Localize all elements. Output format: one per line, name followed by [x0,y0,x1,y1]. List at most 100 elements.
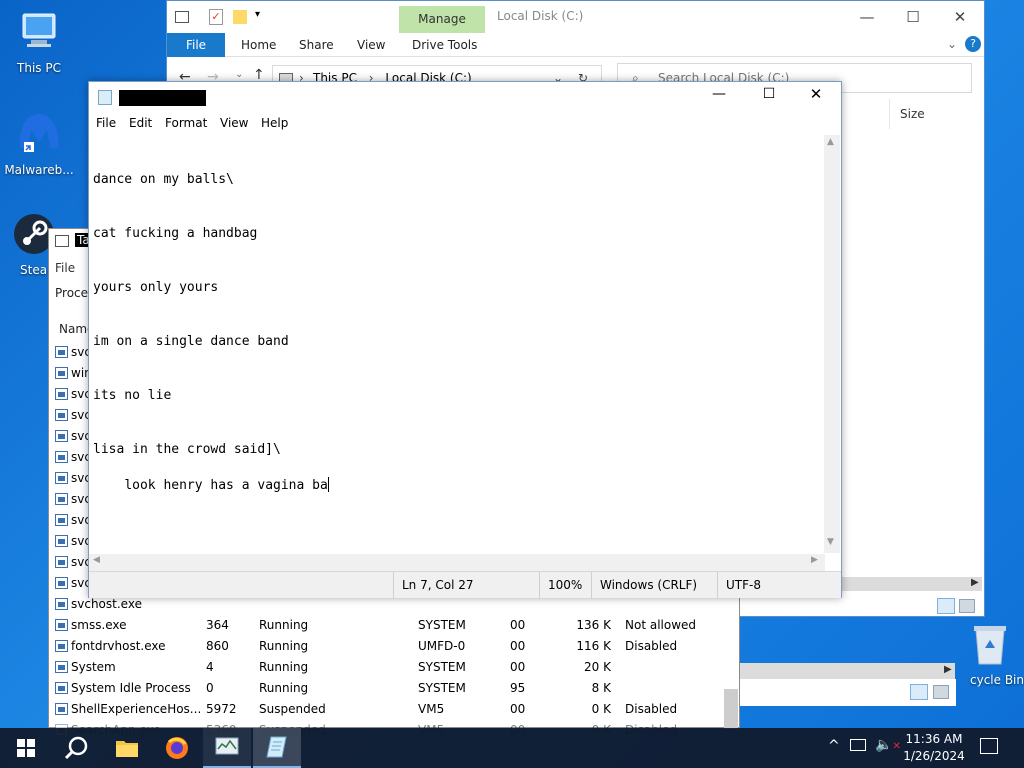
menu-file[interactable]: File [55,261,75,275]
dropdown-icon[interactable]: ▾ [255,9,260,20]
notepad-vscroll[interactable]: ▲ ▼ [824,135,840,553]
process-user: SYSTEM [418,660,466,674]
table-row[interactable]: System 4 Running SYSTEM 00 20 K [49,657,739,678]
process-pid: 0 [206,681,214,695]
tab-drive-tools[interactable]: Drive Tools [404,33,485,57]
desktop-icon-this-pc[interactable]: This PC [2,10,76,75]
start-button[interactable] [2,728,50,768]
notepad-statusbar: Ln 7, Col 27 100% Windows (CRLF) UTF-8 [89,571,842,599]
process-memory: 20 K [584,660,611,674]
process-icon [55,514,68,526]
notepad-taskbar-button[interactable] [253,728,301,768]
process-memory: 8 K [591,681,611,695]
recycle-bin-icon [956,620,1024,669]
text-line: lisa in the crowd said]\ [93,442,281,457]
task-manager-taskbar-button[interactable] [203,728,251,768]
scroll-right-icon[interactable]: ▶ [971,577,979,588]
maximize-button[interactable]: ☐ [754,86,784,102]
scroll-right-icon[interactable]: ▶ [811,555,818,565]
notepad-icon [98,90,112,105]
process-icon [55,535,68,547]
notepad-hscroll[interactable]: ◀ ▶ [89,554,825,571]
tab-processes[interactable]: Proce [55,286,88,300]
firefox-taskbar-button[interactable] [153,728,201,768]
desktop-icon-malwarebytes[interactable]: Malwareb... [2,108,76,177]
scroll-right-icon[interactable]: ▶ [944,664,952,675]
minimize-button[interactable]: — [844,1,890,33]
notepad-window: — ☐ ✕ File Edit Format View Help dance o… [88,81,842,599]
menu-file[interactable]: File [96,116,116,130]
minimize-button[interactable]: — [704,86,734,102]
volume-muted-icon[interactable]: 🔈✕ [875,737,901,753]
process-status: Running [259,681,309,695]
tab-view[interactable]: View [349,33,393,57]
menu-format[interactable]: Format [165,116,207,130]
file-explorer-taskbar-button[interactable] [103,728,151,768]
table-row[interactable]: fontdrvhost.exe 860 Running UMFD-0 00 11… [49,636,739,657]
clock-time: 11:36 AM [905,732,963,746]
process-icon [55,598,68,610]
malwarebytes-icon [2,108,76,159]
process-icon [55,493,68,505]
process-name: System Idle Process [71,681,191,695]
checklist-icon[interactable]: ✓ [209,9,223,25]
close-button[interactable]: ✕ [801,85,831,103]
scroll-down-icon[interactable]: ▼ [827,537,834,547]
menu-edit[interactable]: Edit [129,116,152,130]
help-icon[interactable]: ? [965,36,981,52]
process-icon [55,682,68,694]
chevron-down-icon[interactable]: ⌄ [947,37,957,51]
table-row[interactable]: smss.exe 364 Running SYSTEM 00 136 K Not… [49,615,739,636]
explorer-hscroll[interactable] [841,577,982,591]
scroll-up-icon[interactable]: ▲ [827,137,834,147]
explorer-titlebar: ✓ ▾ Manage Local Disk (C:) — ☐ ✕ [167,1,984,33]
notepad-titlebar: — ☐ ✕ [89,82,841,112]
menu-help[interactable]: Help [261,116,288,130]
show-hidden-icons-icon[interactable]: ^ [828,738,840,754]
size-column-header[interactable]: Size [900,107,925,121]
desktop-icon-recycle-bin[interactable]: cycle Bin [946,620,1024,687]
scroll-left-icon[interactable]: ◀ [93,555,100,565]
network-icon[interactable] [850,739,866,751]
large-icons-view-icon[interactable] [933,685,949,699]
status-encoding: UTF-8 [717,572,842,599]
text-line: dance on my balls\ [93,172,234,187]
notifications-icon[interactable] [980,738,998,754]
properties-icon[interactable] [175,11,189,23]
new-folder-icon[interactable] [233,10,247,24]
process-icon [55,619,68,631]
manage-context-tab[interactable]: Manage [399,6,485,33]
search-button[interactable] [52,728,100,768]
ribbon-tabs: File Home Share View Drive Tools ⌄ ? [167,33,984,57]
desktop-icon-label: Malwareb... [4,163,74,177]
text-line: look henry has a vagina ba [124,478,328,493]
details-view-icon[interactable] [937,598,955,614]
task-manager-vscroll[interactable] [724,689,738,729]
taskbar-clock[interactable]: 11:36 AM 1/26/2024 [898,731,970,765]
process-icon [55,640,68,652]
process-memory: 116 K [576,639,611,653]
explorer-hscroll-lower[interactable] [740,663,955,679]
table-row[interactable]: System Idle Process 0 Running SYSTEM 95 … [49,678,739,699]
text-line: yours only yours [93,280,219,295]
details-view-icon[interactable] [910,684,928,700]
process-status: Running [259,639,309,653]
process-user: UMFD-0 [418,639,466,653]
recent-locations-icon[interactable]: ⌄ [235,69,243,80]
process-cpu: 00 [510,639,526,653]
menu-view[interactable]: View [220,116,248,130]
tab-home[interactable]: Home [233,33,284,57]
tab-file[interactable]: File [167,33,225,57]
tab-share[interactable]: Share [291,33,342,57]
maximize-button[interactable]: ☐ [890,1,936,33]
process-cpu: 00 [510,660,526,674]
process-icon [55,472,68,484]
text-cursor [327,477,329,492]
close-button[interactable]: ✕ [937,1,983,33]
large-icons-view-icon[interactable] [959,599,975,613]
explorer-title: Local Disk (C:) [497,9,584,23]
table-row[interactable]: ShellExperienceHos... 5972 Suspended VM5… [49,699,739,720]
notepad-text-area[interactable]: dance on my balls\ cat fucking a handbag… [93,135,823,555]
process-cpu: 00 [510,702,526,716]
process-status: Suspended [259,702,326,716]
